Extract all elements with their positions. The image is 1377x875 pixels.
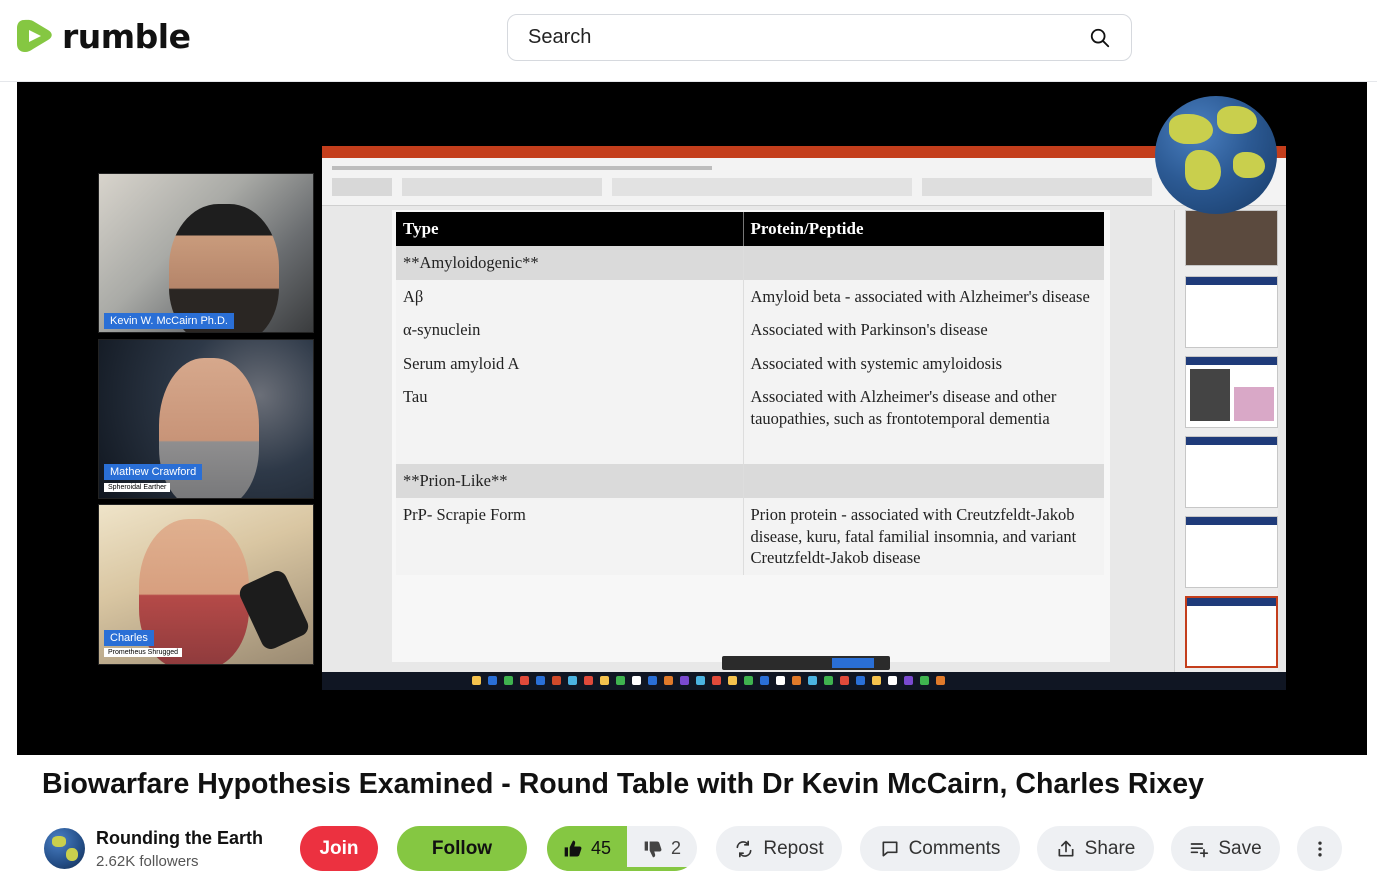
video-title: Biowarfare Hypothesis Examined - Round T… [42, 768, 1204, 800]
webcam-tile: Charles Prometheus Shrugged [98, 504, 314, 665]
vote-ratio-bar [547, 867, 697, 871]
table-row: Serum amyloid A Associated with systemic… [396, 346, 1104, 381]
app-titlebar [322, 146, 1286, 158]
section-title: **Amyloidogenic** [396, 246, 744, 280]
channel-name[interactable]: Rounding the Earth [96, 828, 263, 849]
shared-screen: Type Protein/Peptide **Amyloidogenic** A… [322, 146, 1286, 690]
upvote-button[interactable]: 45 [547, 826, 627, 871]
table-row: Tau Associated with Alzheimer's disease … [396, 380, 1104, 465]
thumbs-up-icon [564, 840, 582, 856]
upvote-count: 45 [590, 838, 612, 858]
share-button[interactable]: Share [1037, 826, 1154, 871]
screen-share-notice [722, 656, 890, 670]
comments-button[interactable]: Comments [860, 826, 1020, 871]
slide-thumbnail [1185, 210, 1278, 266]
join-button[interactable]: Join [300, 826, 378, 871]
slide-thumbnail [1185, 596, 1278, 668]
slide-thumbnail [1185, 276, 1278, 348]
section-title: **Prion-Like** [396, 464, 744, 499]
save-button[interactable]: Save [1171, 826, 1280, 871]
table-row: α-synuclein Associated with Parkinson's … [396, 313, 1104, 347]
video-player[interactable]: Kevin W. McCairn Ph.D. Mathew Crawford S… [17, 82, 1367, 755]
protein-cell: Associated with systemic amyloidosis [743, 346, 1104, 381]
comments-label: Comments [908, 837, 1001, 859]
type-cell: Aβ [396, 280, 744, 314]
slide-thumbnail [1185, 516, 1278, 588]
repost-label: Repost [763, 837, 824, 859]
follow-button[interactable]: Follow [397, 826, 527, 871]
rumble-play-icon [17, 19, 52, 53]
table-section-row: **Prion-Like** [396, 464, 1104, 499]
vote-control: 45 2 [547, 826, 697, 871]
table-row: PrP- Scrapie Form Prion protein - associ… [396, 498, 1104, 575]
thumbs-down-icon [644, 841, 662, 857]
desktop-taskbar [322, 672, 1286, 690]
table-section-row: **Amyloidogenic** [396, 246, 1104, 280]
search-bar [507, 14, 1132, 61]
protein-cell: Associated with Parkinson's disease [743, 313, 1104, 347]
slide-thumbnails [1174, 210, 1278, 680]
share-icon [1058, 840, 1074, 856]
app-ribbon [322, 158, 1286, 206]
table-header-cell: Type [396, 212, 744, 246]
repost-button[interactable]: Repost [716, 826, 842, 871]
participant-name-tag: Charles [104, 630, 154, 646]
protein-cell: Prion protein - associated with Creutzfe… [743, 498, 1104, 575]
participant-name-tag: Kevin W. McCairn Ph.D. [104, 313, 234, 329]
table-header-cell: Protein/Peptide [743, 212, 1104, 246]
participant-name-tag: Mathew Crawford [104, 464, 203, 480]
top-header: rumble [0, 0, 1377, 82]
protein-cell: Amyloid beta - associated with Alzheimer… [743, 280, 1104, 314]
type-cell: PrP- Scrapie Form [396, 498, 744, 575]
repost-icon [736, 840, 752, 857]
participant-subtitle: Spheroidal Earther [104, 483, 171, 492]
search-input[interactable] [528, 26, 1089, 49]
slide-thumbnail [1185, 436, 1278, 508]
presentation-slide: Type Protein/Peptide **Amyloidogenic** A… [392, 210, 1110, 662]
search-icon[interactable] [1089, 27, 1111, 49]
rumble-wordmark: rumble [62, 16, 191, 56]
follower-count: 2.62K followers [96, 853, 199, 870]
webcam-tile: Mathew Crawford Spheroidal Earther [98, 339, 314, 499]
type-cell: α-synuclein [396, 313, 744, 347]
webcam-tile: Kevin W. McCairn Ph.D. [98, 173, 314, 333]
globe-graphic [1155, 96, 1277, 214]
type-cell: Serum amyloid A [396, 346, 744, 381]
slide-thumbnail [1185, 356, 1278, 428]
comment-icon [882, 841, 898, 856]
participant-subtitle: Prometheus Shrugged [104, 648, 183, 657]
type-cell: Tau [396, 380, 744, 465]
downvote-button[interactable]: 2 [627, 826, 697, 871]
protein-table: Type Protein/Peptide **Amyloidogenic** A… [396, 212, 1104, 575]
share-label: Share [1084, 837, 1136, 859]
more-options-button[interactable] [1297, 826, 1342, 871]
playlist-add-icon [1191, 842, 1209, 857]
protein-cell: Associated with Alzheimer's disease and … [743, 380, 1104, 465]
more-vertical-icon [1317, 841, 1322, 856]
rumble-logo[interactable]: rumble [16, 16, 191, 56]
table-row: Aβ Amyloid beta - associated with Alzhei… [396, 280, 1104, 314]
table-header-row: Type Protein/Peptide [396, 212, 1104, 246]
save-label: Save [1218, 837, 1262, 859]
downvote-count: 2 [670, 838, 681, 858]
participant-figure [139, 519, 249, 664]
channel-avatar[interactable] [44, 828, 85, 869]
